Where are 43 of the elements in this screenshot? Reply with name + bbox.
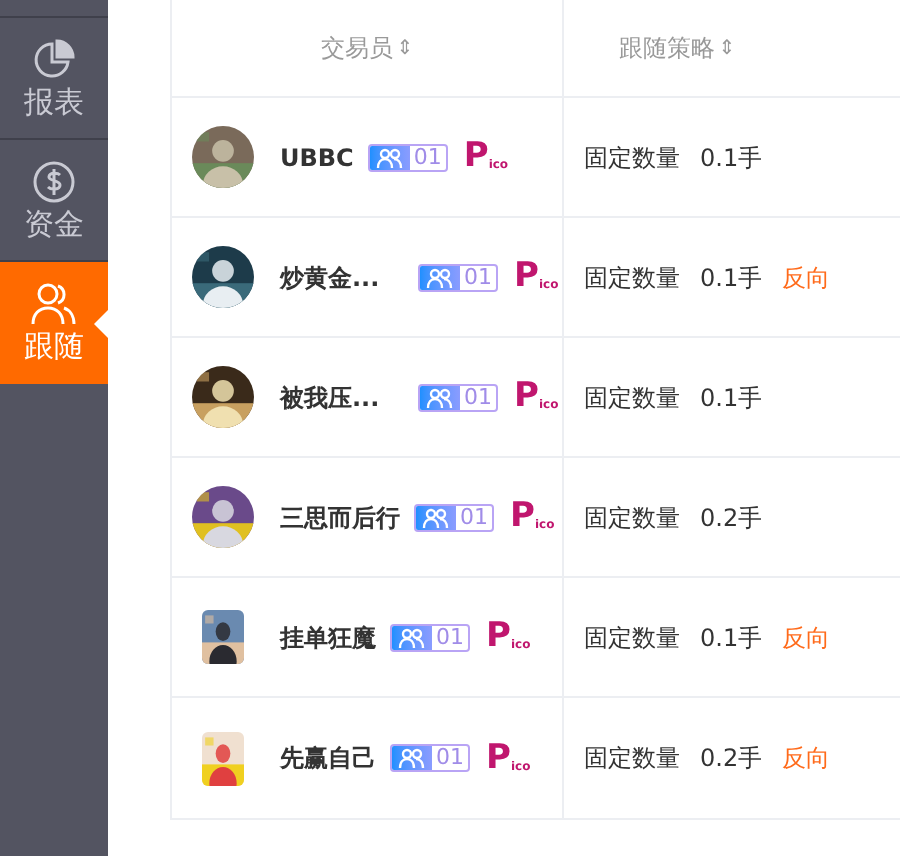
pie-chart-icon: [32, 38, 76, 82]
sidebar-item[interactable]: 报表: [0, 18, 108, 140]
reverse-tag: 反向: [782, 740, 831, 776]
reverse-tag: 反向: [782, 619, 831, 655]
strategy-mode: 固定数量: [584, 621, 680, 655]
sidebar-item[interactable]: 跟随: [0, 262, 108, 384]
sort-icon[interactable]: ⇕: [718, 33, 736, 63]
people-icon: [426, 267, 454, 287]
column-header[interactable]: 交易员: [320, 30, 393, 66]
column-header[interactable]: 跟随策略: [618, 30, 715, 66]
people-icon: [398, 627, 426, 647]
strategy-mode: 固定数量: [584, 141, 680, 175]
people-icon: [30, 282, 78, 326]
follower-badge: 01: [367, 143, 448, 171]
follower-badge: 01: [390, 744, 470, 772]
strategy-mode: 固定数量: [584, 742, 680, 776]
people-icon: [398, 748, 426, 768]
lot-amount: 0.1手: [700, 381, 763, 415]
people-icon: [426, 387, 454, 407]
lot-amount: 0.1手: [700, 141, 763, 175]
sort-icon[interactable]: ⇕: [396, 33, 414, 63]
lot-amount: 0.2手: [700, 742, 763, 776]
reverse-tag: 反向: [782, 259, 831, 295]
trader-name[interactable]: UBBC: [280, 139, 354, 175]
trader-name[interactable]: 被我压...: [280, 379, 418, 415]
people-icon: [422, 507, 450, 527]
lot-amount: 0.1手: [700, 621, 763, 655]
trader-name[interactable]: 三思而后行: [280, 499, 400, 535]
strategy-mode: 固定数量: [584, 381, 680, 415]
lot-amount: 0.1手: [700, 261, 763, 295]
strategy-mode: 固定数量: [584, 501, 680, 535]
selection-pointer: [94, 310, 108, 338]
dollar-icon: [32, 160, 76, 204]
follower-badge: 01: [390, 623, 470, 651]
strategy-mode: 固定数量: [584, 261, 680, 295]
follower-badge: 01: [418, 383, 498, 411]
trader-name[interactable]: 炒黄金...: [280, 259, 418, 295]
people-icon: [375, 147, 404, 167]
trader-name[interactable]: 先赢自己: [280, 740, 376, 776]
trader-name[interactable]: 挂单狂魔: [280, 619, 376, 655]
follower-badge: 01: [414, 503, 494, 531]
lot-amount: 0.2手: [700, 501, 763, 535]
follower-badge: 01: [418, 263, 498, 291]
